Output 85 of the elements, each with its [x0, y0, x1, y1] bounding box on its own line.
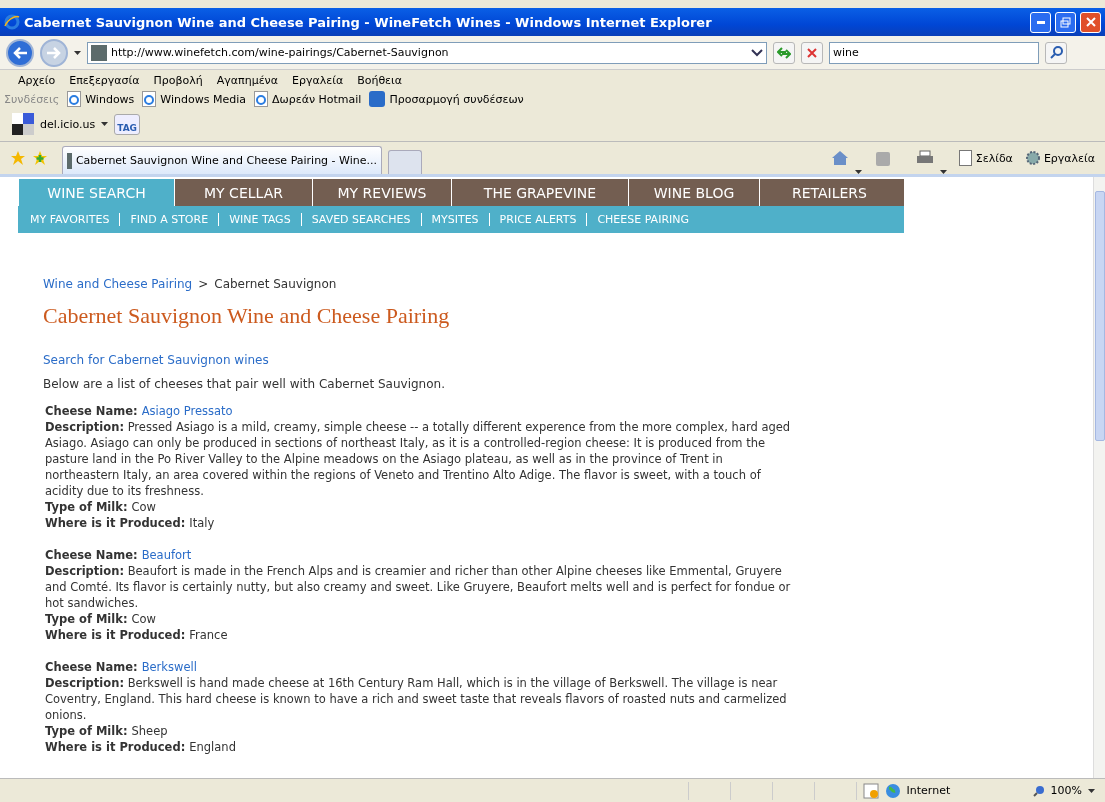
- close-icon: [807, 47, 817, 58]
- tools-menu[interactable]: Εργαλεία: [1024, 150, 1095, 166]
- breadcrumb-separator: >: [198, 277, 209, 291]
- links-label: Συνδέσεις: [4, 92, 60, 106]
- link-item[interactable]: Δωρεάν Hotmail: [254, 91, 362, 107]
- cheese-description: Description: Berkswell is hand made cheese at 16th Century Ram Hall, which is in the village of Berkswell. The village is near Coventry, England. This hard cheese is known to have a rich and sweet taste that reveals flavors of roasted nuts and carmelized onions.: [45, 675, 788, 723]
- intro-text: Below are a list of cheeses that pair well with Cabernet Sauvignon.: [43, 377, 446, 391]
- page-menu[interactable]: Σελίδα: [958, 150, 1013, 166]
- milk-value: Cow: [131, 500, 156, 514]
- menu-item[interactable]: Εργαλεία: [292, 74, 344, 87]
- cheese-link[interactable]: Beaufort: [141, 548, 192, 562]
- close-icon: [1085, 17, 1096, 27]
- minimize-icon: [1036, 20, 1045, 24]
- field-label: Type of Milk:: [45, 500, 128, 514]
- menu-item[interactable]: Βοήθεια: [357, 74, 403, 87]
- printer-icon[interactable]: [915, 150, 934, 166]
- globe-icon: [884, 782, 901, 799]
- page-icon: [958, 150, 973, 166]
- browser-tab[interactable]: Cabernet Sauvignon Wine and Cheese Pairing - Wine...: [62, 146, 382, 174]
- ie-logo-icon: [4, 14, 20, 30]
- milk-value: Sheep: [131, 724, 168, 738]
- cheese-description: Description: Pressed Asiago is a mild, creamy, simple cheese -- a totally different experence from the more complex, hard aged Asiago. Asiago can only be produced in sections of northeast Italy, as it is a controlled-region cheese: It is produced from the pasture land in the Po River Valley to the Alpine meadows on the Asiago plateau, as well as in the province of Trent in northeastern Italy, an area covered within the regions of Veneto and Trentino Alto Adige. The flavor is sweet, with a touch of acidity due to its freshness.: [45, 419, 792, 499]
- refresh-icon: [777, 46, 791, 59]
- breadcrumb-current: Cabernet Sauvignon: [214, 277, 337, 291]
- caret-icon[interactable]: [854, 170, 862, 174]
- address-field[interactable]: http://www.winefetch.com/wine-pairings/Cabernet-Sauvignon: [87, 41, 767, 64]
- stop-button[interactable]: [801, 41, 823, 64]
- cheese-link[interactable]: Asiago Pressato: [141, 404, 233, 418]
- page-icon: [254, 91, 268, 107]
- menu-item[interactable]: Αρχείο: [18, 74, 56, 87]
- field-label: Type of Milk:: [45, 612, 128, 626]
- search-button[interactable]: [1045, 41, 1067, 64]
- caret-icon[interactable]: [74, 50, 81, 55]
- warning-icon: [862, 782, 879, 799]
- field-label: Where is it Produced:: [45, 740, 186, 754]
- search-icon: [1049, 46, 1063, 59]
- breadcrumb-link[interactable]: Wine and Cheese Pairing: [43, 277, 193, 291]
- caret-icon[interactable]: [939, 170, 947, 174]
- square-logo-icon: [369, 91, 386, 107]
- star-icon[interactable]: [10, 150, 26, 166]
- page-icon: [67, 91, 82, 107]
- page-icon: [142, 91, 157, 107]
- gear-icon: [1024, 150, 1041, 166]
- menu-item[interactable]: Προβολή: [153, 74, 203, 87]
- origin-value: France: [189, 628, 228, 642]
- link-item[interactable]: Προσαρμογή συνδέσεων: [369, 91, 524, 107]
- delicious-logo-icon: [12, 113, 34, 135]
- origin-value: England: [189, 740, 236, 754]
- back-arrow-icon: [12, 45, 28, 60]
- search-wines-link[interactable]: Search for Cabernet Sauvignon wines: [43, 353, 269, 367]
- search-field[interactable]: wine: [829, 41, 1039, 64]
- field-label: Cheese Name:: [45, 404, 138, 418]
- field-label: Cheese Name:: [45, 548, 138, 562]
- window-title: Cabernet Sauvignon Wine and Cheese Pairing - WineFetch Wines - Windows Internet Explorer: [24, 14, 713, 30]
- back-button[interactable]: [6, 38, 34, 67]
- toolbar-label[interactable]: del.icio.us: [40, 117, 96, 131]
- caret-icon[interactable]: [1088, 788, 1095, 793]
- home-icon[interactable]: [830, 150, 849, 166]
- restore-icon: [1060, 16, 1071, 28]
- zoom-icon[interactable]: [1032, 784, 1045, 797]
- menu-item[interactable]: Αγαπημένα: [216, 74, 278, 87]
- field-label: Type of Milk:: [45, 724, 128, 738]
- link-item[interactable]: Windows Media: [142, 91, 246, 107]
- forward-arrow-icon: [46, 45, 62, 60]
- field-label: Where is it Produced:: [45, 628, 186, 642]
- cheese-link[interactable]: Berkswell: [141, 660, 197, 674]
- caret-icon[interactable]: [101, 122, 109, 126]
- zoom-level[interactable]: 100%: [1050, 784, 1082, 797]
- menu-item[interactable]: Επεξεργασία: [69, 74, 140, 87]
- add-star-icon[interactable]: [32, 150, 48, 166]
- page-heading: Cabernet Sauvignon Wine and Cheese Pairing: [43, 303, 451, 329]
- tag-button[interactable]: TAG: [114, 113, 140, 135]
- field-label: Cheese Name:: [45, 660, 138, 674]
- zone-label: Internet: [906, 784, 952, 797]
- cheese-description: Description: Beaufort is made in the French Alps and is creamier and richer than other Alpine cheeses like Emmental, Gruyere and Comté. Its flavor is certainly nutty, but also creamy and sweet. Like Gruyere, Beaufort melts well and is perfect for fondue or hot sandwiches.: [45, 563, 792, 611]
- scrollbar[interactable]: [1093, 177, 1105, 778]
- close-button[interactable]: [1080, 11, 1101, 33]
- origin-value: Italy: [189, 516, 215, 530]
- restore-button[interactable]: [1055, 11, 1076, 33]
- field-label: Where is it Produced:: [45, 516, 186, 530]
- minimize-button[interactable]: [1030, 11, 1051, 33]
- link-item[interactable]: Windows: [67, 91, 135, 107]
- refresh-button[interactable]: [773, 41, 795, 64]
- dropdown-icon[interactable]: [751, 48, 763, 57]
- milk-value: Cow: [131, 612, 156, 626]
